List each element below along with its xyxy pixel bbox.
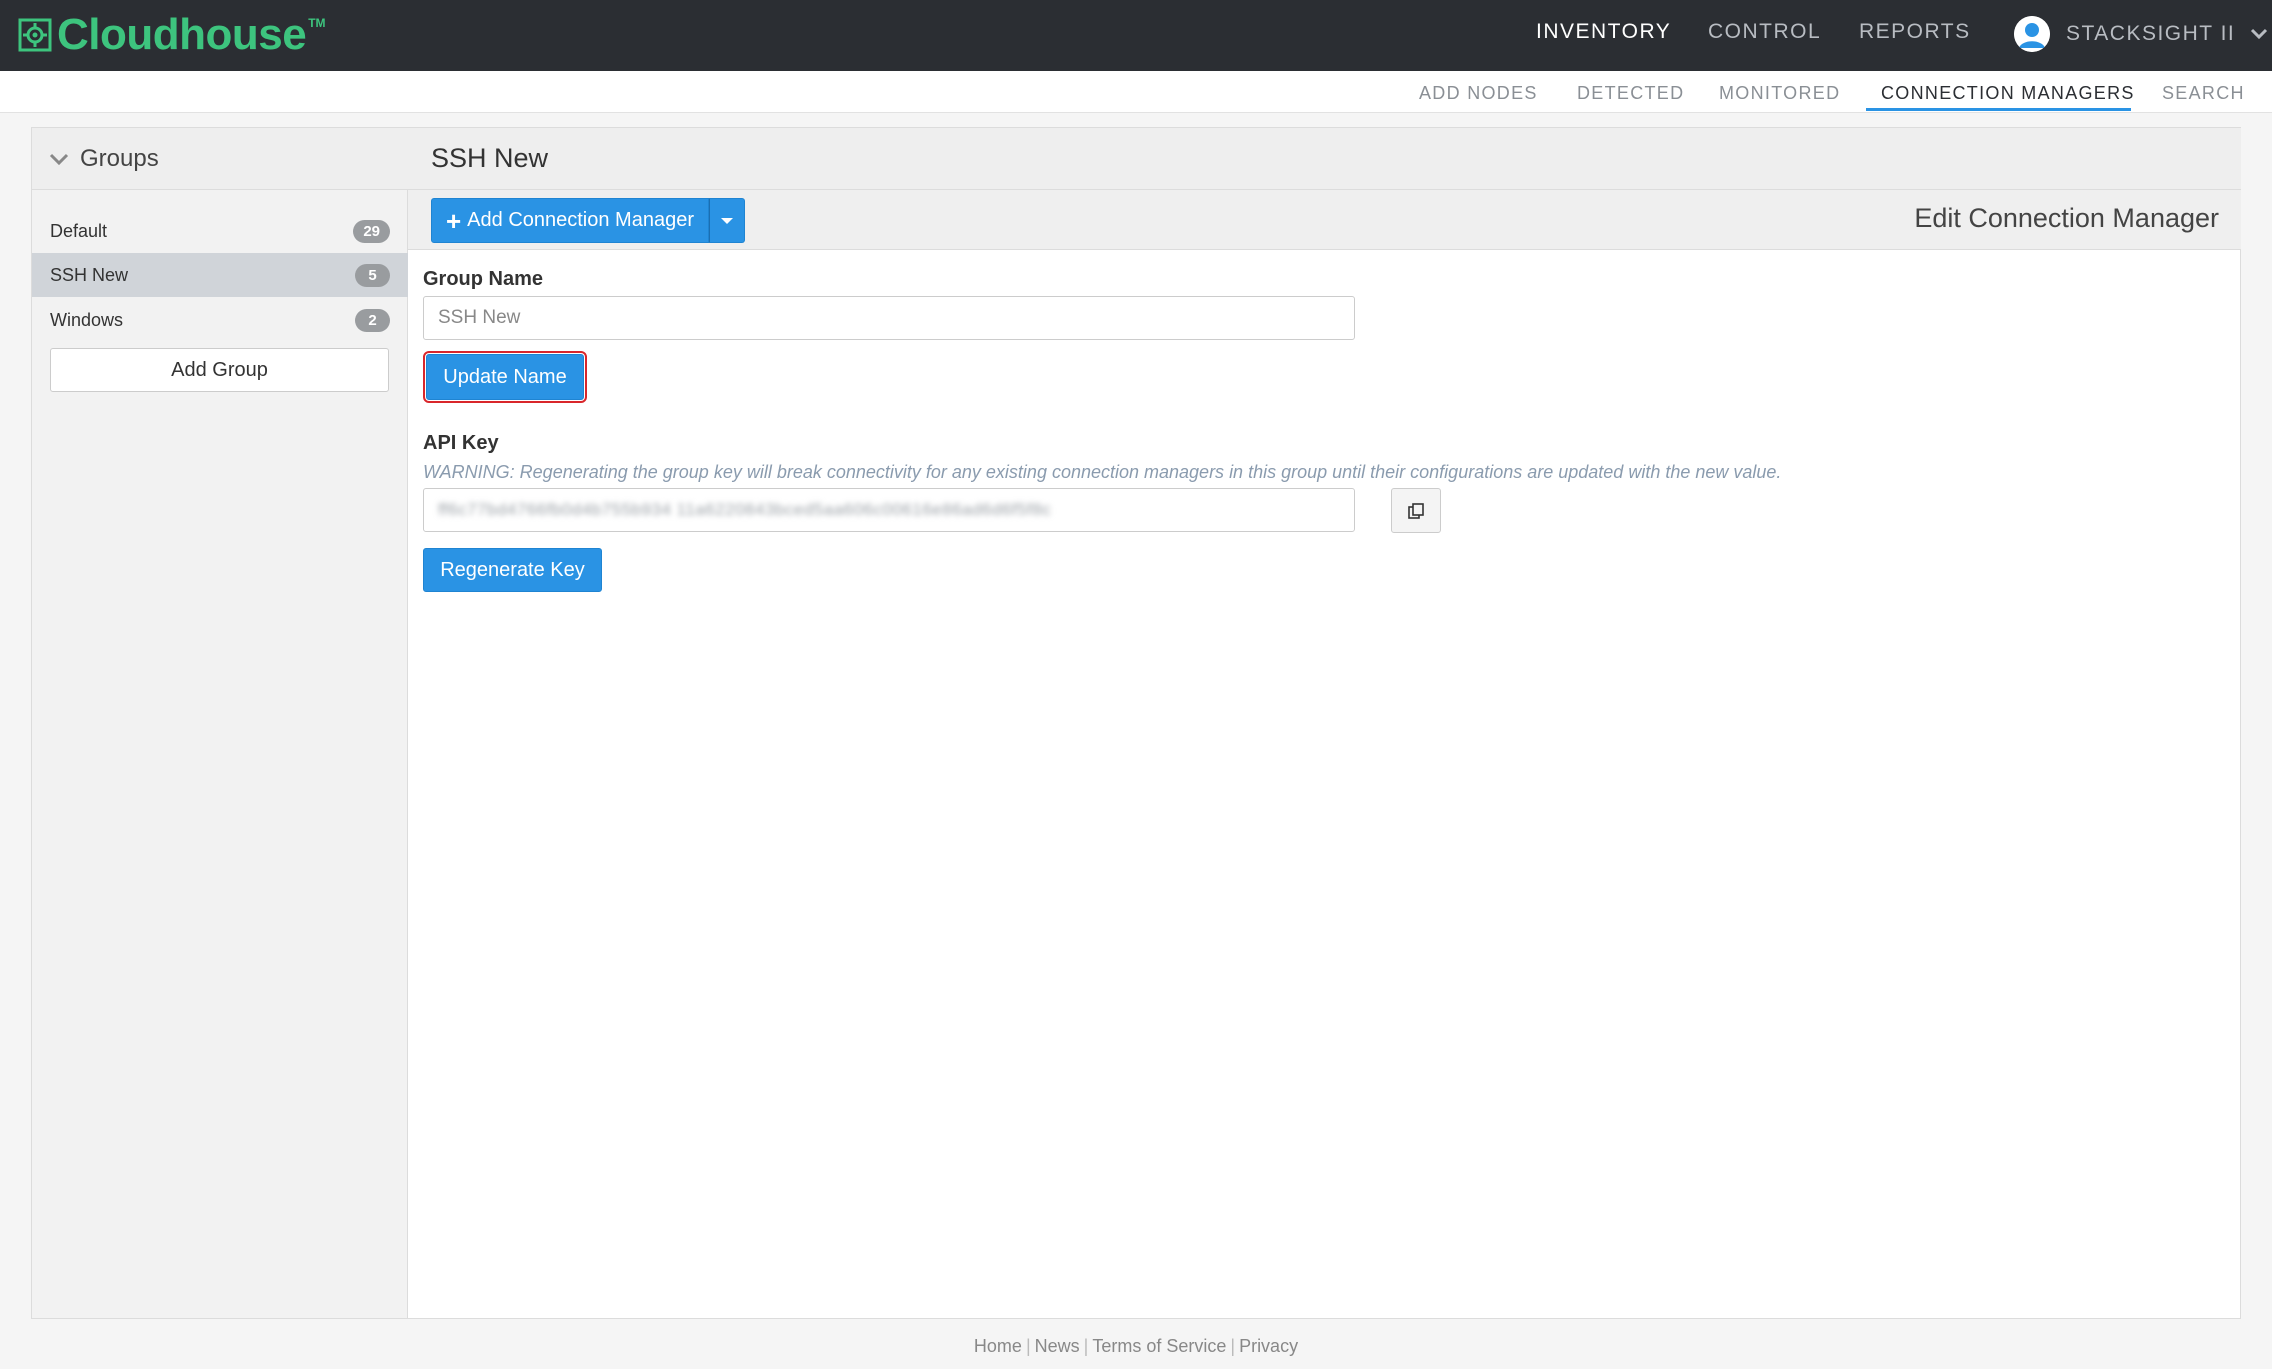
nav-inventory[interactable]: INVENTORY	[1536, 20, 1671, 44]
footer-link-home[interactable]: Home	[974, 1336, 1022, 1356]
nav-reports[interactable]: REPORTS	[1859, 20, 1971, 44]
footer-link-privacy[interactable]: Privacy	[1239, 1336, 1298, 1356]
group-item-ssh-new[interactable]: SSH New 5	[32, 253, 408, 297]
caret-down-icon	[721, 217, 733, 224]
top-navbar: Cloudhouse TM INVENTORY CONTROL REPORTS …	[0, 0, 2272, 71]
content-area: SSH New + Add Connection Manager Edit Co…	[408, 128, 2241, 1318]
group-count-badge: 5	[355, 264, 390, 287]
group-name: Windows	[50, 309, 124, 330]
chevron-down-icon	[2251, 28, 2268, 40]
footer-separator: |	[1230, 1336, 1236, 1356]
group-count-badge: 29	[353, 220, 390, 243]
subnav-add-nodes[interactable]: ADD NODES	[1419, 83, 1538, 104]
footer: Home | News | Terms of Service | Privacy	[0, 1336, 2272, 1357]
footer-separator: |	[1025, 1336, 1031, 1356]
footer-link-news[interactable]: News	[1035, 1336, 1080, 1356]
active-tab-underline	[1866, 108, 2131, 111]
subnav-monitored[interactable]: MONITORED	[1719, 83, 1840, 104]
group-item-windows[interactable]: Windows 2	[32, 298, 408, 342]
page-title: SSH New	[431, 143, 549, 173]
group-name: Default	[50, 220, 108, 241]
add-group-button[interactable]: Add Group	[50, 348, 389, 392]
toolbar: + Add Connection Manager Edit Connection…	[408, 190, 2241, 250]
group-name-label: Group Name	[423, 268, 544, 290]
group-name: SSH New	[50, 264, 129, 285]
user-avatar-icon	[2014, 16, 2050, 52]
footer-separator: |	[1083, 1336, 1089, 1356]
user-name: STACKSIGHT II	[2066, 22, 2236, 45]
api-key-label: API Key	[423, 432, 499, 454]
regenerate-key-button[interactable]: Regenerate Key	[423, 548, 602, 592]
user-menu[interactable]: STACKSIGHT II	[2014, 14, 2269, 54]
groups-title: Groups	[80, 144, 159, 172]
group-name-value: SSH New	[438, 307, 521, 328]
brand-trademark: TM	[308, 16, 326, 30]
groups-sidebar: Groups Default 29 SSH New 5 Windows 2 Ad…	[32, 128, 408, 1318]
brand-name: Cloudhouse	[57, 10, 307, 59]
copy-button[interactable]	[1391, 488, 1441, 533]
subnav-connection-managers[interactable]: CONNECTION MANAGERS	[1881, 83, 2135, 104]
add-connection-manager-button[interactable]: + Add Connection Manager	[431, 198, 709, 243]
groups-header[interactable]: Groups	[32, 128, 408, 190]
group-item-default[interactable]: Default 29	[32, 209, 408, 253]
api-key-warning: WARNING: Regenerating the group key will…	[423, 462, 1782, 482]
api-key-value: ff6c77bd4766fb0d4b755b934 11a6220843bced…	[438, 500, 1052, 519]
copy-icon	[1408, 502, 1424, 519]
main-panel: Groups Default 29 SSH New 5 Windows 2 Ad…	[31, 127, 2241, 1319]
subnav-detected[interactable]: DETECTED	[1577, 83, 1684, 104]
add-connection-manager-label: Add Connection Manager	[467, 209, 694, 231]
api-key-field[interactable]: ff6c77bd4766fb0d4b755b934 11a6220843bced…	[423, 488, 1355, 532]
edit-connection-manager-title: Edit Connection Manager	[1914, 203, 2219, 233]
gear-logo-icon	[18, 18, 52, 52]
group-name-input[interactable]: SSH New	[423, 296, 1355, 340]
subnav-search[interactable]: SEARCH	[2162, 83, 2245, 104]
group-count-badge: 2	[355, 309, 390, 332]
content-header: SSH New	[408, 128, 2241, 190]
add-connection-manager-dropdown[interactable]	[709, 198, 745, 243]
update-name-button[interactable]: Update Name	[423, 351, 587, 403]
nav-control[interactable]: CONTROL	[1708, 20, 1821, 44]
sub-navbar: ADD NODES DETECTED MONITORED CONNECTION …	[0, 71, 2272, 113]
plus-icon: +	[445, 205, 462, 236]
chevron-down-icon	[49, 153, 69, 165]
cloudhouse-logo[interactable]: Cloudhouse TM	[17, 10, 326, 60]
footer-link-terms[interactable]: Terms of Service	[1092, 1336, 1226, 1356]
